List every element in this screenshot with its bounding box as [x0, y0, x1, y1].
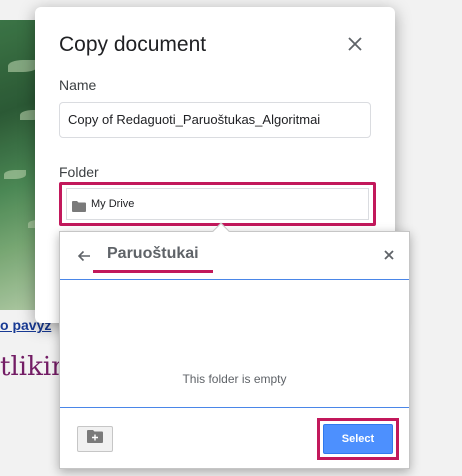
folder-icon	[72, 199, 86, 212]
divider	[60, 407, 409, 408]
divider	[60, 279, 409, 280]
name-label: Name	[59, 77, 97, 93]
folder-field-highlight: My Drive	[59, 182, 376, 226]
close-icon[interactable]	[382, 248, 396, 262]
picker-title: Paruoštukai	[107, 245, 199, 262]
folder-value: My Drive	[91, 198, 135, 210]
new-folder-button[interactable]	[77, 426, 113, 452]
folder-selector[interactable]: My Drive	[66, 188, 369, 220]
select-highlight: Select	[317, 418, 399, 460]
dialog-title: Copy document	[59, 33, 207, 56]
folder-picker-popup: Paruoštukai This folder is empty Select	[59, 222, 410, 469]
back-arrow-icon[interactable]	[77, 249, 91, 263]
close-icon[interactable]	[345, 34, 365, 54]
new-folder-icon	[87, 430, 103, 448]
folder-label: Folder	[59, 164, 99, 180]
empty-folder-message: This folder is empty	[182, 372, 287, 386]
select-button[interactable]: Select	[323, 424, 393, 454]
title-highlight-underline	[93, 270, 213, 273]
name-input[interactable]: Copy of Redaguoti_Paruoštukas_Algoritmai	[59, 102, 371, 138]
